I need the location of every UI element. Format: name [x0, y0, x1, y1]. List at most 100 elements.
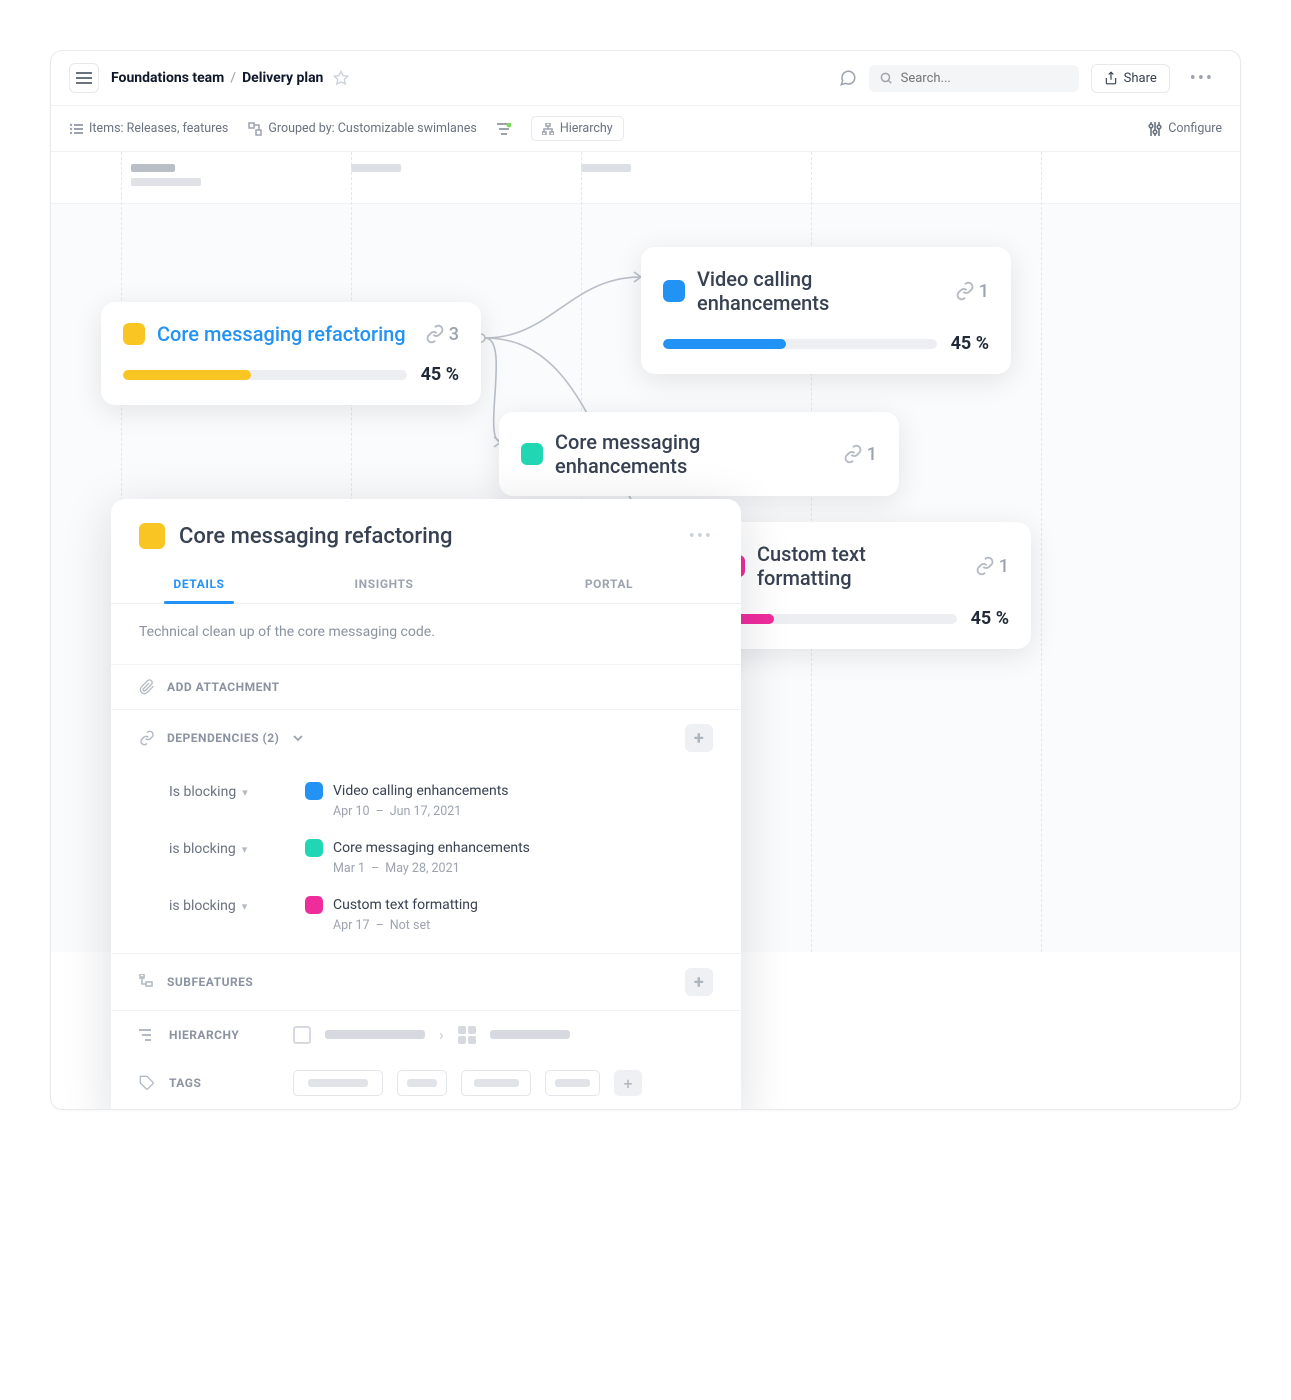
favorite-star-icon[interactable] — [333, 70, 349, 86]
dependency-color-swatch — [305, 782, 323, 800]
subfeatures-icon — [139, 974, 155, 990]
detail-more-button[interactable]: ••• — [689, 526, 713, 547]
grouped-by-label: Grouped by: Customizable swimlanes — [268, 121, 476, 136]
more-menu-button[interactable]: ••• — [1182, 64, 1222, 93]
dependency-item[interactable]: is blocking ▾ Core messaging enhancement… — [169, 829, 713, 886]
breadcrumb-page: Delivery plan — [242, 70, 323, 86]
dependencies-label: DEPENDENCIES (2) — [167, 731, 279, 745]
breadcrumb-separator: / — [230, 70, 236, 86]
tag-chip-placeholder[interactable] — [461, 1070, 531, 1096]
card-title: Core messaging refactoring — [157, 322, 413, 346]
card-custom-text[interactable]: Custom text formatting 1 45 % — [701, 522, 1031, 649]
add-subfeature-button[interactable]: + — [685, 968, 713, 996]
card-title: Custom text formatting — [757, 542, 963, 590]
dependencies-list: Is blocking ▾ Video calling enhancements… — [111, 766, 741, 953]
detail-tabs: DETAILS INSIGHTS PORTAL — [111, 567, 741, 604]
tags-row[interactable]: TAGS + — [111, 1058, 741, 1100]
caret-down-icon: ▾ — [242, 900, 248, 913]
subfeatures-header[interactable]: SUBFEATURES + — [111, 953, 741, 1010]
link-count-badge[interactable]: 1 — [955, 281, 989, 302]
search-box[interactable] — [869, 65, 1079, 92]
progress-bar — [663, 339, 937, 349]
dependency-item[interactable]: is blocking ▾ Custom text formatting Apr… — [169, 886, 713, 943]
dependency-relation[interactable]: is blocking ▾ — [169, 896, 289, 914]
sliders-icon — [1148, 122, 1162, 136]
card-video-calling[interactable]: Video calling enhancements 1 45 % — [641, 247, 1011, 374]
chevron-right-icon: › — [439, 1025, 444, 1044]
link-count-badge[interactable]: 3 — [425, 324, 459, 345]
placeholder-bar — [490, 1030, 570, 1039]
configure-button[interactable]: Configure — [1148, 121, 1222, 136]
comment-icon[interactable] — [839, 69, 857, 87]
subfeatures-label: SUBFEATURES — [167, 975, 253, 989]
dependency-name: Custom text formatting — [333, 897, 478, 913]
hierarchy-row-icon — [139, 1028, 155, 1042]
card-core-refactoring[interactable]: Core messaging refactoring 3 45 % — [101, 302, 481, 405]
grouped-by-filter[interactable]: Grouped by: Customizable swimlanes — [248, 121, 476, 136]
items-filter-label: Items: Releases, features — [89, 121, 228, 136]
dependency-name: Core messaging enhancements — [333, 840, 530, 856]
link-count: 1 — [979, 281, 989, 302]
card-core-enhancements[interactable]: Core messaging enhancements 1 — [499, 412, 899, 496]
link-icon — [139, 730, 155, 746]
dependency-item[interactable]: Is blocking ▾ Video calling enhancements… — [169, 772, 713, 829]
filter-bar: Items: Releases, features Grouped by: Cu… — [51, 106, 1240, 152]
dependency-color-swatch — [305, 839, 323, 857]
hierarchy-chip[interactable]: Hierarchy — [531, 116, 624, 141]
link-count-badge[interactable]: 1 — [843, 444, 877, 465]
menu-button[interactable] — [69, 63, 99, 93]
dependency-relation[interactable]: Is blocking ▾ — [169, 782, 289, 800]
breadcrumb-team: Foundations team — [111, 70, 224, 86]
attachment-icon — [139, 679, 155, 695]
add-tag-button[interactable]: + — [614, 1070, 642, 1096]
link-count-badge[interactable]: 1 — [975, 556, 1009, 577]
add-dependency-button[interactable]: + — [685, 724, 713, 752]
list-icon — [69, 123, 83, 135]
dependency-color-swatch — [305, 896, 323, 914]
share-button[interactable]: Share — [1091, 64, 1170, 93]
link-icon — [425, 324, 445, 344]
card-title: Core messaging enhancements — [555, 430, 831, 478]
placeholder-bar — [325, 1030, 425, 1039]
app-frame: Foundations team / Delivery plan Share •… — [50, 50, 1241, 1110]
caret-down-icon: ▾ — [242, 786, 248, 799]
configure-label: Configure — [1168, 121, 1222, 136]
dependency-dates: Apr 10–Jun 17, 2021 — [333, 804, 713, 819]
chevron-down-icon — [293, 734, 303, 742]
tab-portal[interactable]: PORTAL — [509, 567, 709, 603]
link-icon — [843, 444, 863, 464]
link-icon — [955, 281, 975, 301]
detail-panel: Core messaging refactoring ••• DETAILS I… — [111, 499, 741, 1110]
tag-chip-placeholder[interactable] — [293, 1070, 383, 1096]
tag-chip-placeholder[interactable] — [545, 1070, 600, 1096]
tag-chip-placeholder[interactable] — [397, 1070, 447, 1096]
breadcrumb[interactable]: Foundations team / Delivery plan — [111, 70, 349, 86]
filter-icon — [497, 123, 511, 135]
add-attachment-label: ADD ATTACHMENT — [167, 680, 280, 694]
dependencies-header[interactable]: DEPENDENCIES (2) + — [111, 709, 741, 766]
link-icon — [975, 556, 995, 576]
grid-icon — [458, 1026, 476, 1044]
progress-label: 45 % — [421, 364, 459, 385]
card-color-swatch — [521, 443, 543, 465]
detail-color-swatch — [139, 523, 165, 549]
tab-insights[interactable]: INSIGHTS — [259, 567, 509, 603]
detail-description[interactable]: Technical clean up of the core messaging… — [111, 604, 741, 664]
tab-details[interactable]: DETAILS — [139, 567, 259, 603]
detail-title: Core messaging refactoring — [179, 524, 675, 549]
add-attachment-row[interactable]: ADD ATTACHMENT — [111, 664, 741, 709]
link-count: 1 — [867, 444, 877, 465]
search-icon — [879, 71, 893, 85]
search-input[interactable] — [901, 71, 1069, 86]
dependency-dates: Mar 1–May 28, 2021 — [333, 861, 713, 876]
hierarchy-row[interactable]: HIERARCHY › — [111, 1010, 741, 1058]
items-filter[interactable]: Items: Releases, features — [69, 121, 228, 136]
dependency-relation[interactable]: is blocking ▾ — [169, 839, 289, 857]
card-color-swatch — [663, 280, 685, 302]
tags-label: TAGS — [169, 1076, 279, 1090]
top-bar: Foundations team / Delivery plan Share •… — [51, 51, 1240, 106]
view-filter-button[interactable] — [497, 123, 511, 135]
dependency-name: Video calling enhancements — [333, 783, 509, 799]
link-count: 3 — [449, 324, 459, 345]
progress-label: 45 % — [971, 608, 1009, 629]
